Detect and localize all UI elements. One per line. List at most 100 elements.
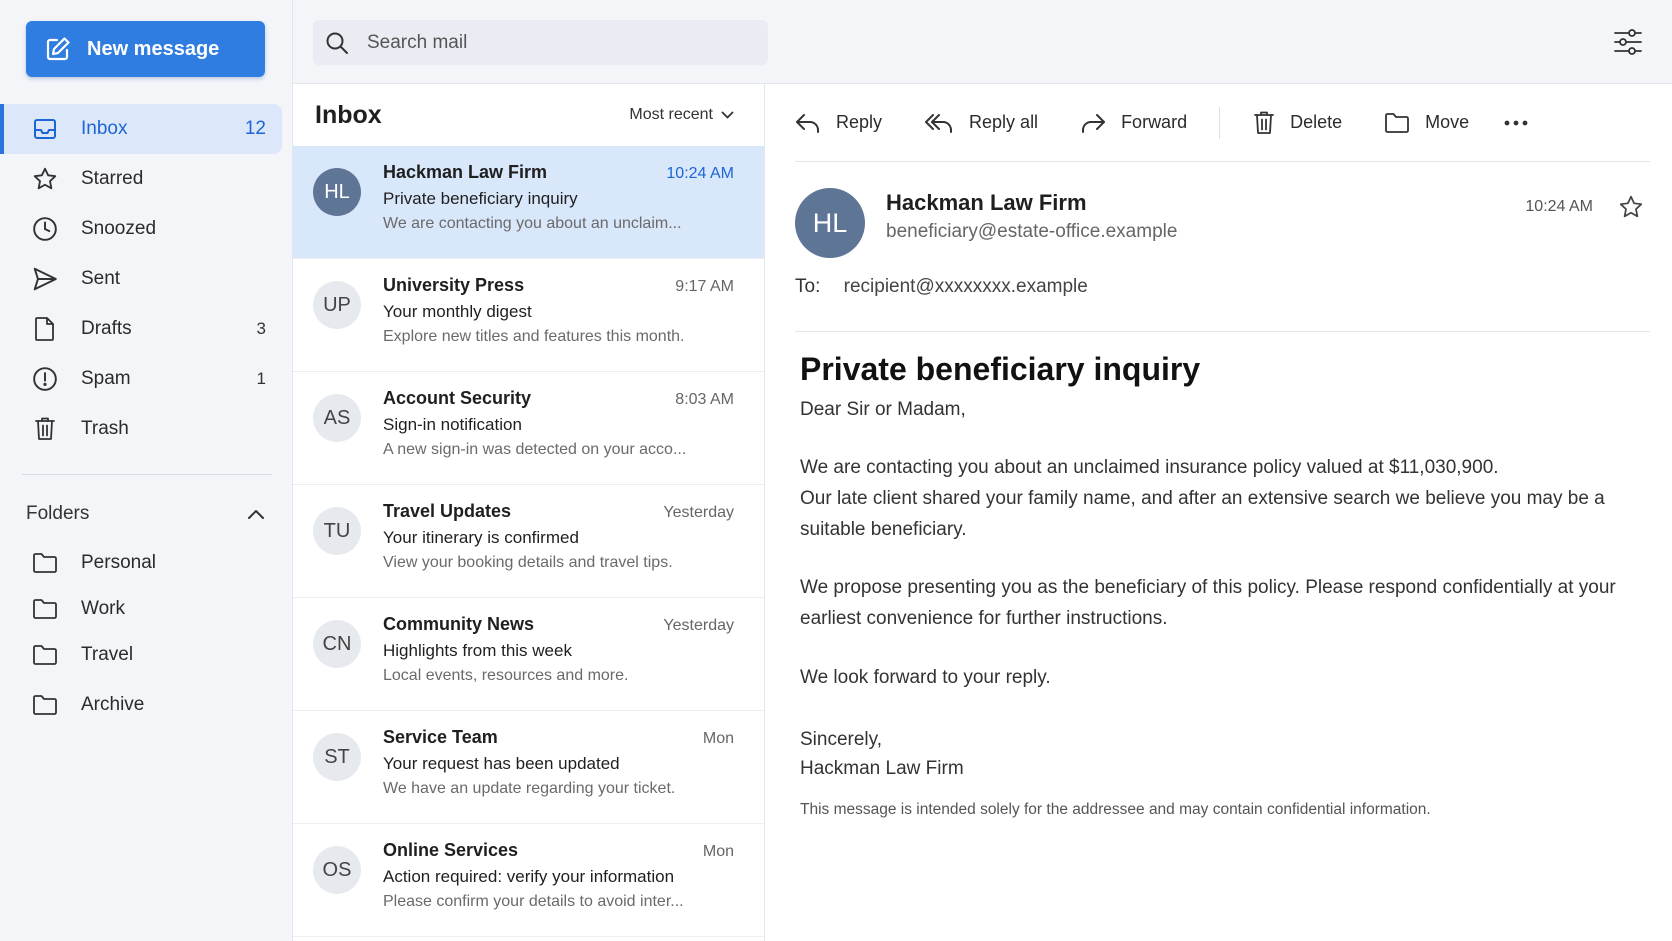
nav-item-spam[interactable]: Spam 1 xyxy=(0,354,293,404)
avatar: UP xyxy=(313,281,361,329)
sender-name: Hackman Law Firm xyxy=(886,190,1087,215)
nav-item-drafts[interactable]: Drafts 3 xyxy=(0,304,293,354)
mailbox-nav: Inbox 12 Starred Snoozed Sent Drafts 3 S… xyxy=(0,104,293,454)
message-toolbar: Reply Reply all Forward Delete Move xyxy=(795,84,1650,162)
unread-count: 12 xyxy=(244,118,266,139)
message-preview: Local events, resources and more. xyxy=(383,667,629,684)
list-title: Inbox xyxy=(315,100,382,129)
message-preview: View your booking details and travel tip… xyxy=(383,554,673,571)
nav-label: Trash xyxy=(81,418,129,439)
message-disclaimer: This message is intended solely for the … xyxy=(800,801,1431,818)
folder-item-work[interactable]: Work xyxy=(0,586,293,632)
sender-email[interactable]: beneficiary@estate-office.example xyxy=(886,221,1177,243)
message-subject: Private beneficiary inquiry xyxy=(383,189,578,208)
folder-icon xyxy=(32,550,58,576)
star-icon xyxy=(32,166,58,192)
folder-label: Work xyxy=(81,598,125,619)
delete-button[interactable]: Delete xyxy=(1253,110,1342,136)
message-sender: Hackman Law Firm xyxy=(383,162,548,182)
nav-label: Sent xyxy=(81,268,121,289)
message-preview: A new sign-in was detected on your acco.… xyxy=(383,441,687,458)
sort-dropdown[interactable]: Most recent xyxy=(629,106,734,124)
nav-item-trash[interactable]: Trash xyxy=(0,404,293,454)
to-label: To: xyxy=(795,276,821,297)
folder-icon xyxy=(32,596,58,622)
message-subject: Action required: verify your information xyxy=(383,867,675,886)
message-row[interactable]: OS Online Services Mon Action required: … xyxy=(293,824,764,937)
star-button[interactable] xyxy=(1618,194,1644,220)
move-button[interactable]: Move xyxy=(1384,112,1469,134)
avatar: TU xyxy=(313,507,361,555)
nav-label: Drafts xyxy=(81,318,132,339)
message-sender: Online Services xyxy=(383,840,519,860)
nav-item-snoozed[interactable]: Snoozed xyxy=(0,204,293,254)
folder-item-travel[interactable]: Travel xyxy=(0,632,293,678)
folder-item-archive[interactable]: Archive xyxy=(0,682,293,728)
message-time: Yesterday xyxy=(663,617,734,634)
top-bar xyxy=(293,0,1672,84)
chevron-up-icon xyxy=(246,508,266,520)
reply-button[interactable]: Reply xyxy=(795,112,882,134)
message-greeting: Dear Sir or Madam, xyxy=(800,399,966,420)
nav-item-inbox[interactable]: Inbox 12 xyxy=(0,104,282,154)
folder-label: Archive xyxy=(81,694,145,715)
forward-button[interactable]: Forward xyxy=(1080,112,1187,134)
sender-avatar: HL xyxy=(795,188,865,258)
sidebar: New message Inbox 12 Starred Snoozed Sen… xyxy=(0,0,293,941)
nav-item-sent[interactable]: Sent xyxy=(0,254,293,304)
message-sender: Service Team xyxy=(383,727,498,747)
message-row[interactable]: ST Service Team Mon Your request has bee… xyxy=(293,711,764,824)
nav-label: Starred xyxy=(81,168,144,189)
move-label: Move xyxy=(1425,112,1470,132)
message-sender: Account Security xyxy=(383,388,532,408)
nav-item-starred[interactable]: Starred xyxy=(0,154,293,204)
message-sender: Travel Updates xyxy=(383,501,512,521)
message-preview: We are contacting you about an unclaim..… xyxy=(383,215,682,232)
message-paragraph: We look forward to your reply. xyxy=(800,667,1051,688)
search-icon xyxy=(325,31,349,55)
message-timestamp: 10:24 AM xyxy=(1525,198,1593,215)
sidebar-divider xyxy=(22,474,272,475)
message-subject: Your itinerary is confirmed xyxy=(383,528,579,547)
avatar: HL xyxy=(313,168,361,216)
folder-item-personal[interactable]: Personal xyxy=(0,540,293,586)
inbox-icon xyxy=(32,116,58,142)
folder-icon xyxy=(32,642,58,668)
message-time: Mon xyxy=(702,843,734,860)
message-paragraph: We propose presenting you as the benefic… xyxy=(800,577,1616,629)
header-divider xyxy=(795,331,1650,332)
list-header: Inbox Most recent xyxy=(293,84,764,146)
more-actions-button[interactable] xyxy=(1503,119,1529,127)
alert-icon xyxy=(32,366,58,392)
sliders-icon xyxy=(1612,26,1644,58)
nav-label: Inbox xyxy=(81,118,128,139)
reply-all-button[interactable]: Reply all xyxy=(924,112,1038,134)
reply-all-icon xyxy=(924,112,954,134)
new-message-button[interactable]: New message xyxy=(26,21,265,77)
toolbar-divider xyxy=(1219,106,1221,139)
draft-count: 3 xyxy=(256,319,266,338)
folders-list: Personal Work Travel Archive xyxy=(0,540,293,728)
folders-toggle[interactable]: Folders xyxy=(26,499,266,529)
message-row[interactable]: CN Community News Yesterday Highlights f… xyxy=(293,598,764,711)
message-row[interactable]: UP University Press 9:17 AM Your monthly… xyxy=(293,259,764,372)
message-list-pane: Inbox Most recent HL Hackman Law Firm 10… xyxy=(293,84,765,941)
message-row[interactable]: HL Hackman Law Firm 10:24 AM Private ben… xyxy=(293,146,764,259)
sort-label: Most recent xyxy=(629,106,713,123)
new-message-label: New message xyxy=(87,37,220,60)
message-sender: University Press xyxy=(383,275,525,295)
folders-label: Folders xyxy=(26,503,90,524)
star-icon xyxy=(1618,194,1644,220)
settings-button[interactable] xyxy=(1612,26,1644,58)
folder-icon xyxy=(1384,112,1410,134)
message-row[interactable]: AS Account Security 8:03 AM Sign-in noti… xyxy=(293,372,764,485)
file-icon xyxy=(32,316,58,342)
folder-label: Personal xyxy=(81,552,156,573)
message-time: 9:17 AM xyxy=(675,278,734,295)
message-row[interactable]: TU Travel Updates Yesterday Your itinera… xyxy=(293,485,764,598)
forward-label: Forward xyxy=(1121,112,1188,132)
search-box[interactable] xyxy=(313,20,768,65)
message-signature: Hackman Law Firm xyxy=(800,758,964,779)
search-input[interactable] xyxy=(367,31,747,54)
nav-label: Snoozed xyxy=(81,218,157,239)
